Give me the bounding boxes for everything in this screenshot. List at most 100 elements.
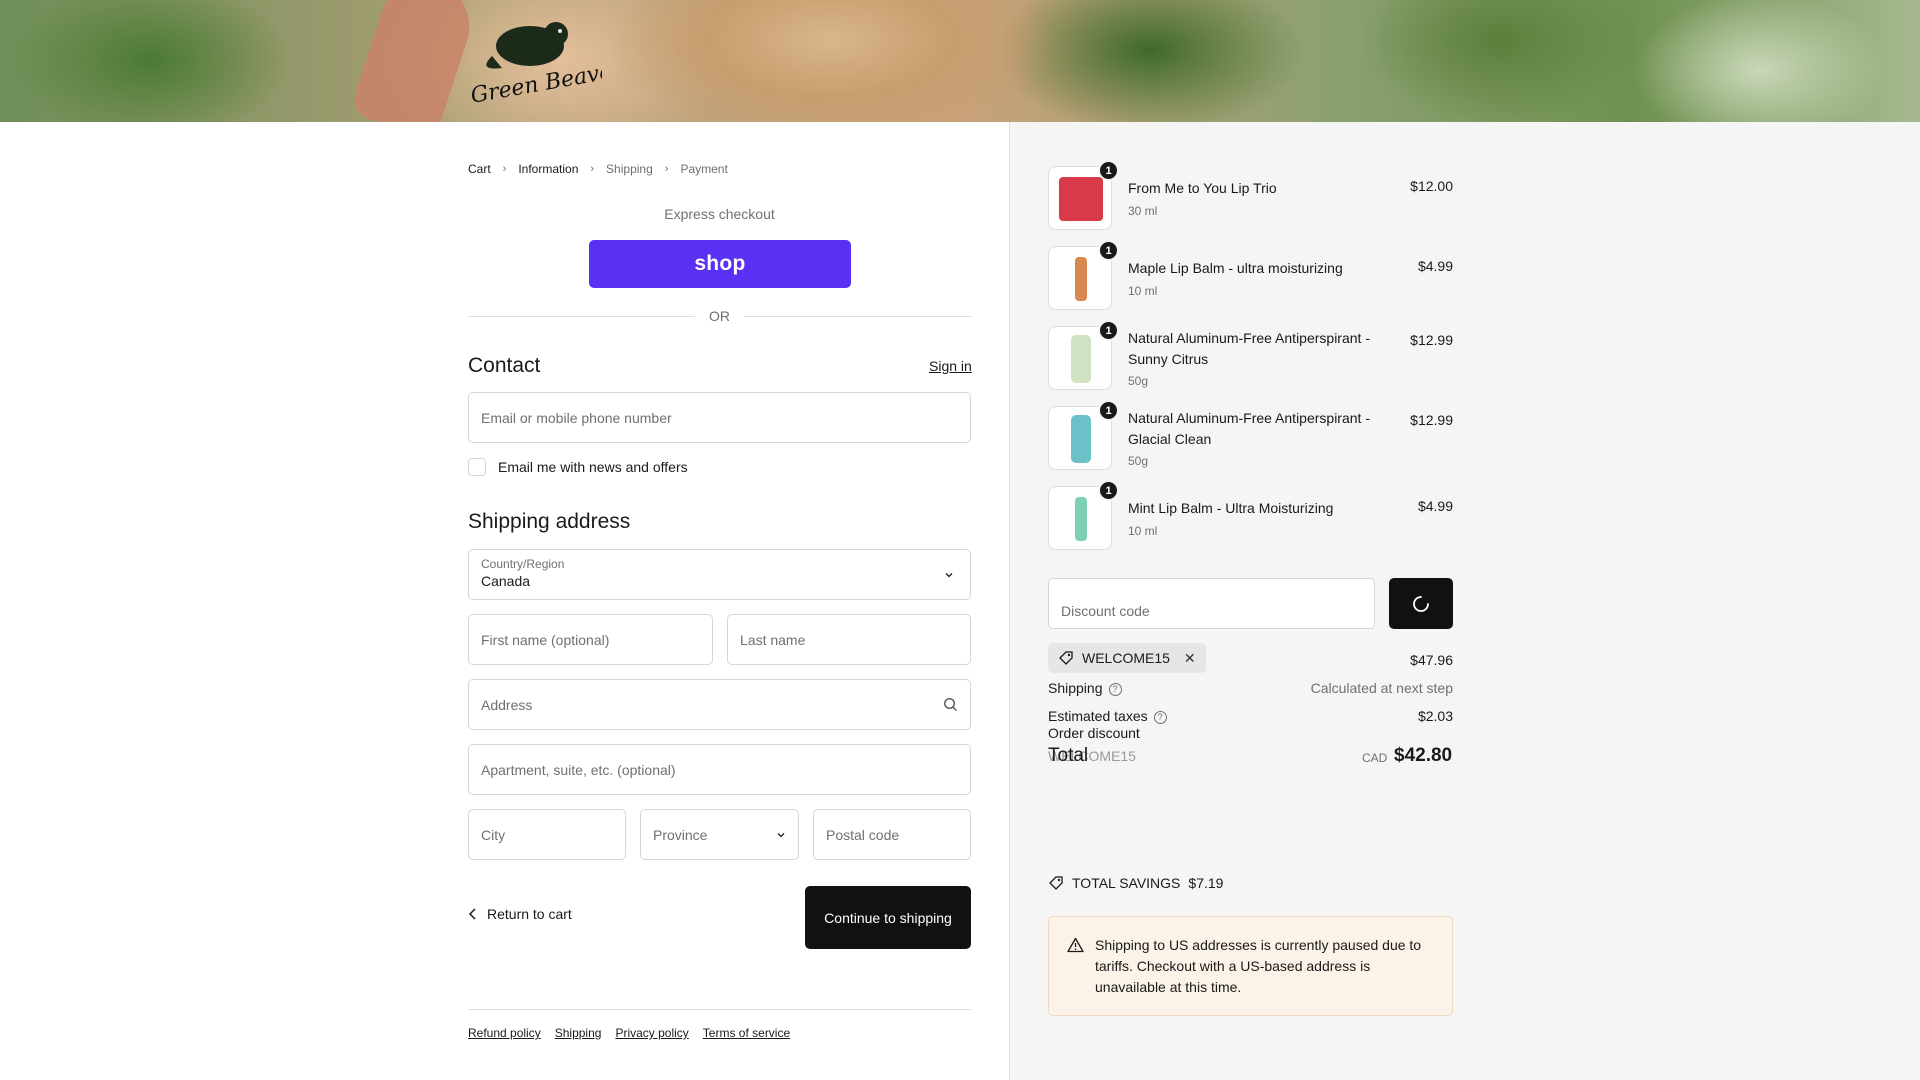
brand-logo[interactable]: Green Beaver — [462, 16, 626, 109]
newsletter-checkbox[interactable] — [468, 458, 486, 476]
header-banner: Green Beaver — [0, 0, 1920, 122]
product-price: $4.99 — [1417, 258, 1453, 274]
sign-in-link[interactable]: Sign in — [929, 358, 972, 374]
shipping-address-title: Shipping address — [468, 510, 631, 533]
apartment-field[interactable]: Apartment, suite, etc. (optional) — [468, 744, 971, 795]
product-price: $4.99 — [1417, 498, 1453, 514]
help-circle-icon[interactable]: ? — [1108, 682, 1122, 696]
breadcrumb-cart[interactable]: Cart — [468, 162, 491, 176]
taxes-label: Estimated taxes — [1048, 708, 1148, 724]
privacy-policy-link[interactable]: Privacy policy — [615, 1026, 688, 1040]
return-to-cart-link[interactable]: Return to cart — [468, 906, 572, 922]
email-field[interactable]: Email or mobile phone number — [468, 392, 971, 443]
order-line-item: 1 Natural Aluminum-Free Antiperspirant -… — [1048, 400, 1453, 472]
quantity-badge: 1 — [1098, 480, 1119, 501]
apply-discount-button[interactable] — [1389, 578, 1453, 629]
help-circle-icon[interactable]: ? — [1153, 710, 1167, 724]
product-variant: 50g — [1128, 374, 1149, 388]
quantity-badge: 1 — [1098, 160, 1119, 181]
subtotal-row: $47.96 — [1048, 652, 1453, 670]
first-name-placeholder: First name (optional) — [481, 631, 610, 648]
refund-policy-link[interactable]: Refund policy — [468, 1026, 541, 1040]
terms-of-service-link[interactable]: Terms of service — [703, 1026, 790, 1040]
contact-title: Contact — [468, 354, 541, 377]
beaver-logo-icon: Green Beaver — [469, 22, 626, 109]
city-placeholder: City — [481, 826, 506, 843]
return-to-cart-label: Return to cart — [487, 906, 572, 922]
checkout-form-column: Cart › Information › Shipping › Payment … — [0, 122, 1009, 1080]
taxes-value: $2.03 — [1417, 708, 1453, 724]
quantity-badge: 1 — [1098, 240, 1119, 261]
product-name: Natural Aluminum-Free Antiperspirant - S… — [1128, 330, 1370, 367]
total-savings: TOTAL SAVINGS $7.19 — [1048, 875, 1223, 891]
or-divider: OR — [468, 306, 971, 326]
country-value: Canada — [481, 573, 531, 589]
or-label: OR — [709, 308, 730, 324]
order-line-item: 1 Mint Lip Balm - Ultra Moisturizing 10 … — [1048, 480, 1453, 552]
order-line-item: 1 Maple Lip Balm - ultra moisturizing 10… — [1048, 240, 1453, 312]
product-variant: 10 ml — [1128, 284, 1158, 298]
search-icon — [943, 697, 957, 711]
breadcrumb: Cart › Information › Shipping › Payment — [468, 162, 728, 176]
quantity-badge: 1 — [1098, 400, 1119, 421]
breadcrumb-payment: Payment — [680, 162, 728, 176]
shipping-policy-link[interactable]: Shipping — [555, 1026, 602, 1040]
product-name: Mint Lip Balm - Ultra Moisturizing — [1128, 500, 1334, 516]
footer-divider — [468, 1009, 971, 1010]
product-variant: 10 ml — [1128, 524, 1158, 538]
loading-spinner-icon — [1413, 595, 1429, 612]
address-field[interactable]: Address — [468, 679, 971, 730]
shipping-label: Shipping — [1048, 680, 1103, 696]
continue-to-shipping-button[interactable]: Continue to shipping — [805, 886, 971, 949]
country-label: Country/Region — [481, 557, 565, 571]
country-select[interactable]: Country/Region Canada — [468, 549, 971, 600]
city-field[interactable]: City — [468, 809, 626, 860]
shipping-notice-text: Shipping to US addresses is currently pa… — [1095, 937, 1422, 995]
newsletter-option[interactable]: Email me with news and offers — [468, 458, 688, 476]
product-variant: 50g — [1128, 454, 1149, 468]
express-checkout-label: Express checkout — [664, 206, 775, 222]
total-value: $42.80 — [1394, 745, 1453, 766]
total-currency: CAD — [1362, 751, 1388, 765]
shop-pay-button[interactable]: shop — [589, 240, 851, 288]
product-name: Natural Aluminum-Free Antiperspirant - G… — [1128, 410, 1370, 447]
total-savings-label: TOTAL SAVINGS — [1072, 875, 1181, 891]
shipping-row: Shipping? Calculated at next step — [1048, 680, 1453, 698]
order-discount-row: Order discount — [1048, 725, 1453, 743]
discount-code-placeholder: Discount code — [1061, 603, 1150, 619]
postal-code-field[interactable]: Postal code — [813, 809, 971, 860]
product-price: $12.99 — [1410, 332, 1453, 348]
chevron-left-icon — [468, 908, 476, 920]
order-line-item: 1 Natural Aluminum-Free Antiperspirant -… — [1048, 320, 1453, 392]
tag-icon — [1049, 876, 1063, 890]
shipping-notice: Shipping to US addresses is currently pa… — [1048, 916, 1453, 1016]
newsletter-label: Email me with news and offers — [498, 459, 688, 475]
discount-code-field[interactable]: Discount code — [1048, 578, 1375, 629]
warning-icon — [1067, 937, 1084, 953]
product-name: Maple Lip Balm - ultra moisturizing — [1128, 260, 1343, 276]
chevron-right-icon: › — [502, 163, 507, 175]
quantity-badge: 1 — [1098, 320, 1119, 341]
breadcrumb-information: Information — [518, 162, 579, 176]
total-savings-amount: $7.19 — [1188, 875, 1224, 891]
breadcrumb-shipping: Shipping — [606, 162, 653, 176]
last-name-placeholder: Last name — [740, 631, 806, 648]
last-name-field[interactable]: Last name — [727, 614, 971, 665]
postal-code-placeholder: Postal code — [826, 826, 900, 843]
shipping-value: Calculated at next step — [1310, 680, 1453, 696]
product-name: From Me to You Lip Trio — [1128, 180, 1277, 196]
email-placeholder: Email or mobile phone number — [481, 409, 672, 426]
chevron-down-icon — [945, 572, 953, 577]
footer-links: Refund policy Shipping Privacy policy Te… — [468, 1026, 790, 1040]
taxes-row: Estimated taxes? $2.03 — [1048, 708, 1453, 726]
total-label: Total — [1048, 745, 1089, 766]
apartment-placeholder: Apartment, suite, etc. (optional) — [481, 761, 676, 778]
chevron-right-icon: › — [590, 163, 595, 175]
product-variant: 30 ml — [1128, 204, 1158, 218]
first-name-field[interactable]: First name (optional) — [468, 614, 713, 665]
province-select[interactable]: Province — [640, 809, 799, 860]
subtotal-value: $47.96 — [1410, 652, 1453, 668]
chevron-down-icon — [777, 832, 785, 837]
order-discount-label: Order discount — [1048, 725, 1140, 741]
address-placeholder: Address — [481, 696, 533, 713]
